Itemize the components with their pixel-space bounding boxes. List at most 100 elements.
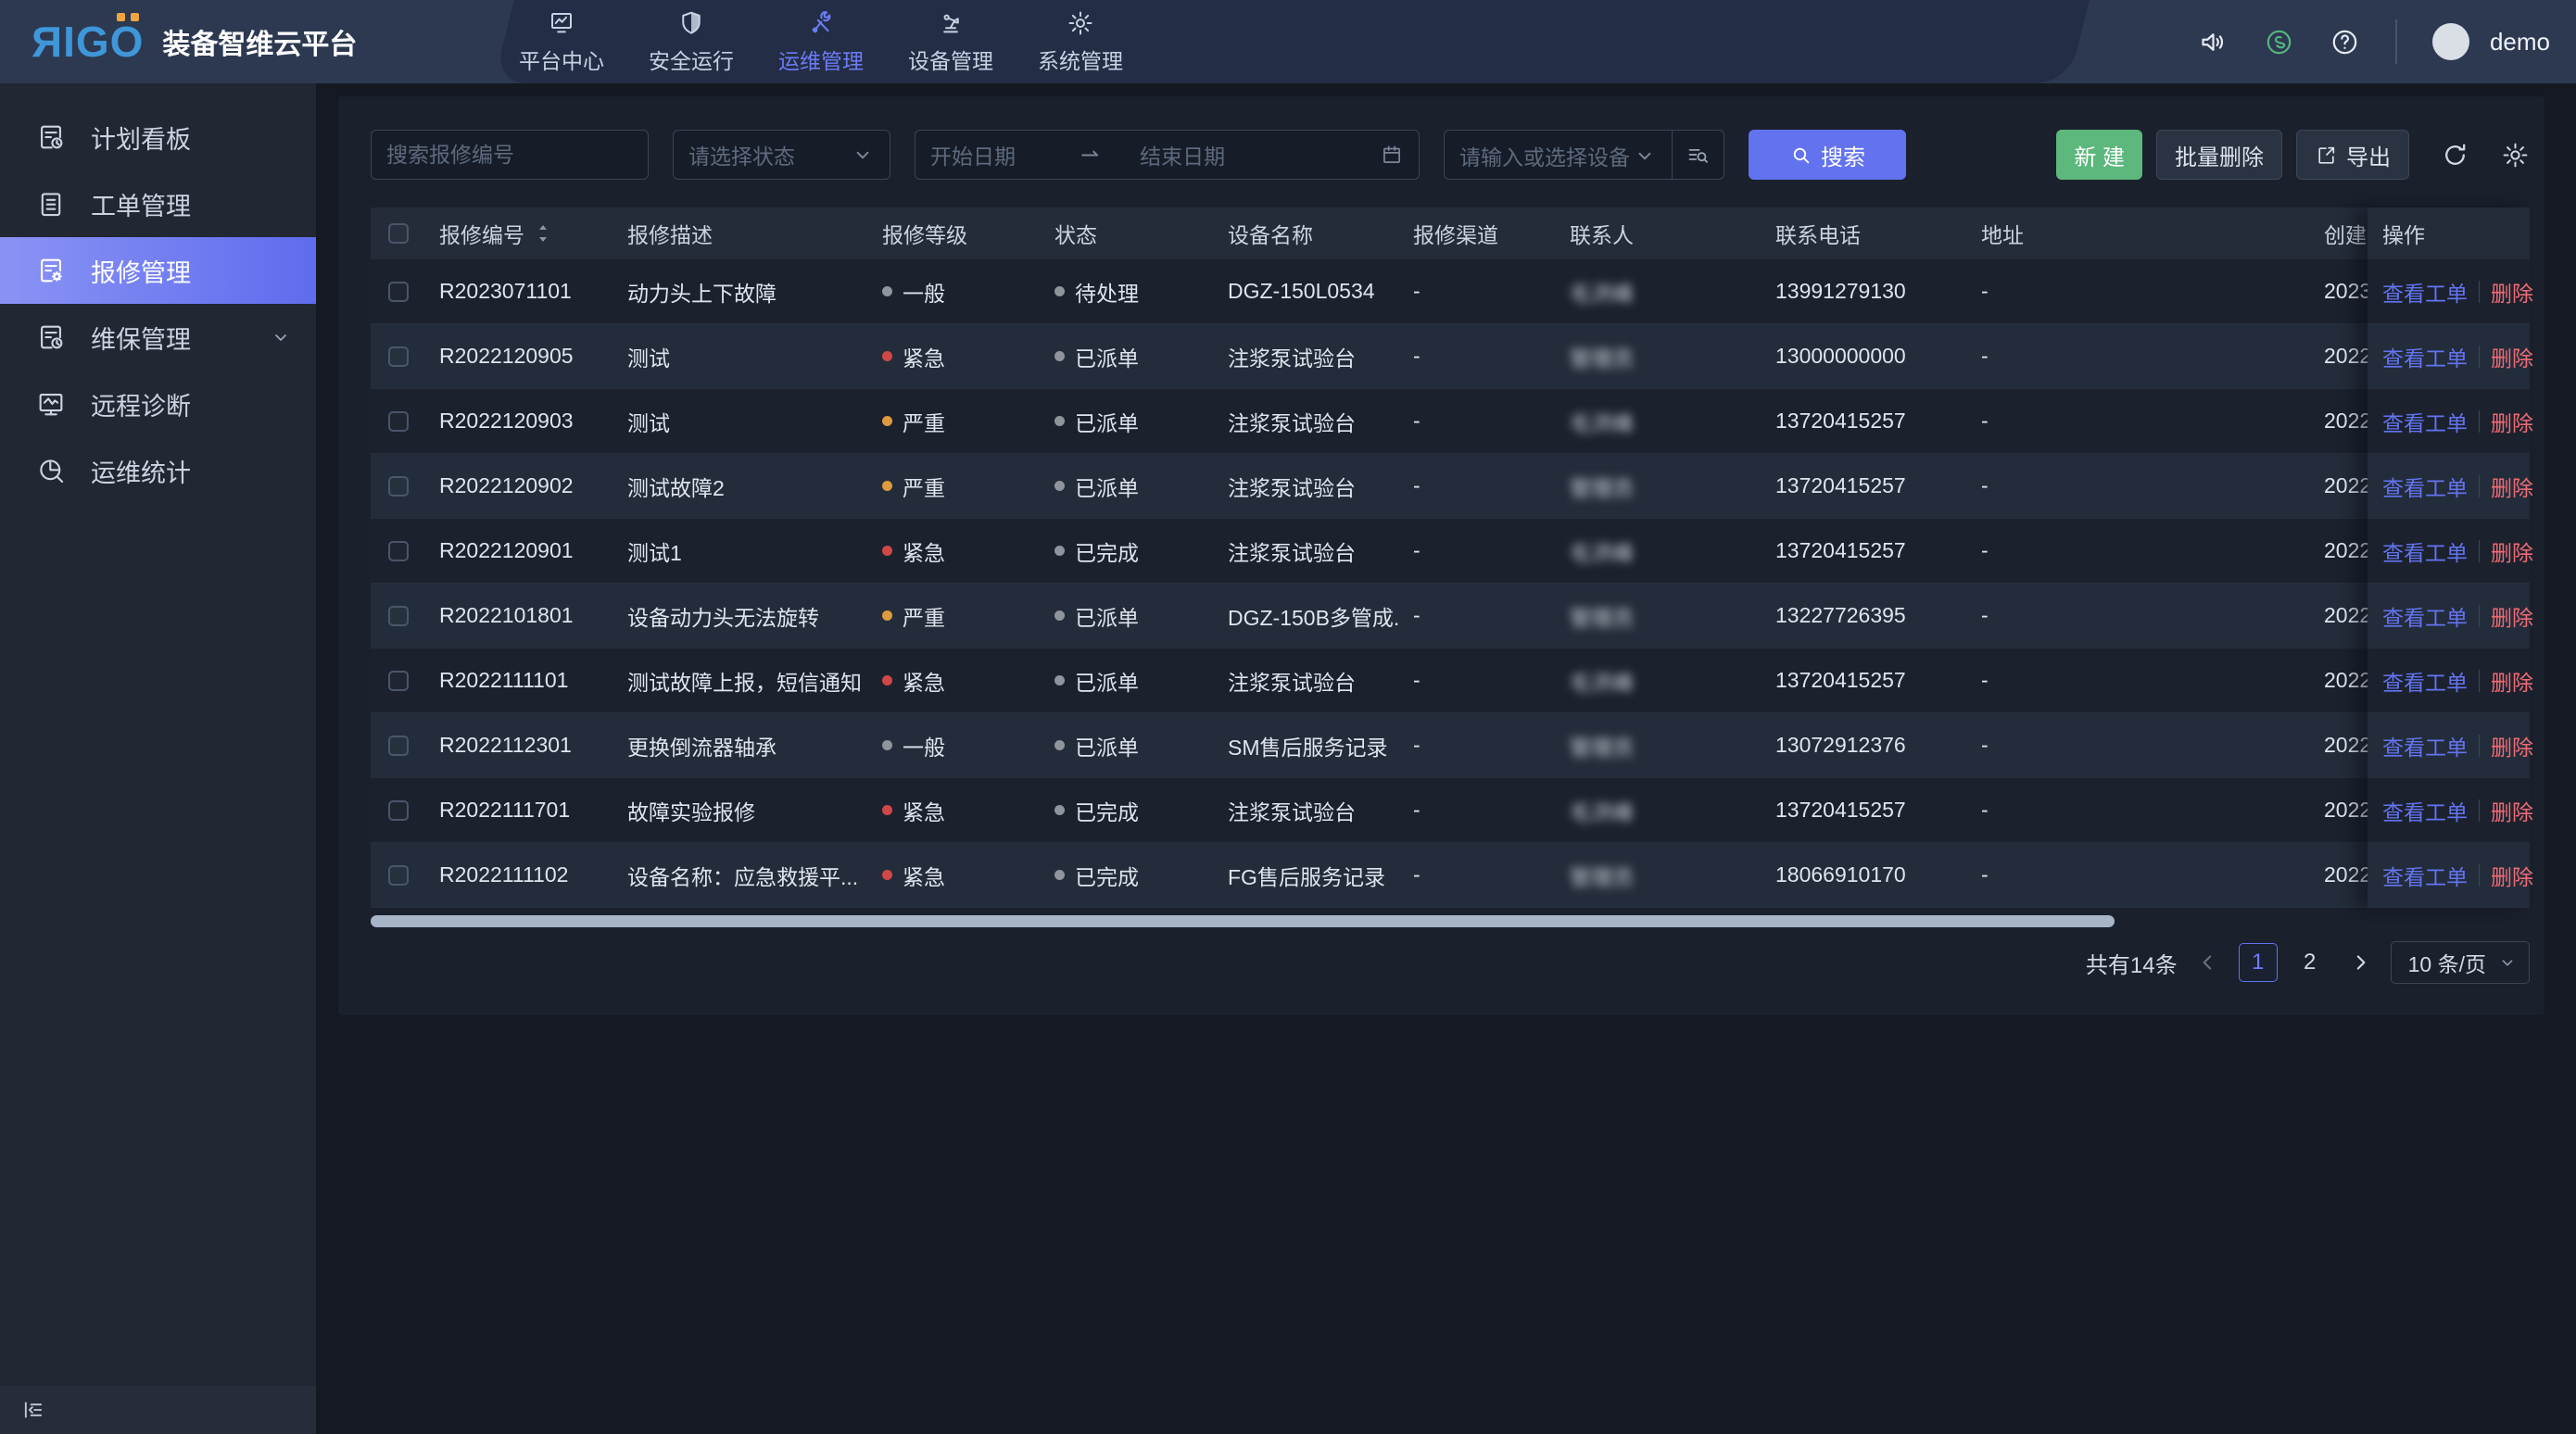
nav-item-系统管理[interactable]: 系统管理 [1038, 9, 1123, 75]
status-link-icon[interactable] [2264, 27, 2294, 57]
cell-address: - [1968, 259, 2311, 323]
create-button[interactable]: 新 建 [2056, 130, 2142, 180]
top-nav: 平台中心 安全运行 运维管理设备管理 系统管理 [519, 0, 1123, 83]
row-checkbox[interactable] [388, 411, 409, 432]
row-checkbox[interactable] [388, 865, 409, 886]
help-icon[interactable] [2330, 27, 2360, 57]
action-divider [2479, 799, 2480, 822]
cell-device-name: 注浆泵试验台 [1215, 519, 1400, 583]
cell-channel: - [1400, 584, 1557, 648]
delete-link[interactable]: 删除 [2491, 600, 2533, 632]
view-order-link[interactable]: 查看工单 [2382, 341, 2468, 372]
row-checkbox[interactable] [388, 282, 409, 302]
cell-phone: 13072912376 [1762, 713, 1968, 777]
view-order-link[interactable]: 查看工单 [2382, 600, 2468, 632]
horizontal-scrollbar[interactable] [371, 915, 2115, 927]
user-avatar[interactable] [2432, 23, 2469, 60]
device-picker-button[interactable] [1672, 131, 1724, 179]
nav-item-平台中心[interactable]: 平台中心 [519, 9, 604, 75]
table-body: R2023071101动力头上下故障一般待处理DGZ-150L0534-毛洪峰1… [371, 259, 2530, 908]
view-order-link[interactable]: 查看工单 [2382, 471, 2468, 502]
select-all-checkbox[interactable] [388, 223, 409, 244]
column-header-label: 报修等级 [882, 218, 967, 249]
action-divider [2479, 540, 2480, 562]
view-order-link[interactable]: 查看工单 [2382, 730, 2468, 761]
collapse-sidebar-icon[interactable] [20, 1397, 46, 1423]
view-order-link[interactable]: 查看工单 [2382, 535, 2468, 567]
search-button[interactable]: 搜索 [1749, 130, 1906, 180]
delete-link[interactable]: 删除 [2491, 535, 2533, 567]
row-checkbox[interactable] [388, 476, 409, 497]
status-select[interactable]: 请选择状态 [673, 130, 890, 180]
view-order-link[interactable]: 查看工单 [2382, 665, 2468, 697]
cell-status: 待处理 [1042, 259, 1215, 323]
delete-link[interactable]: 删除 [2491, 665, 2533, 697]
row-checkbox[interactable] [388, 800, 409, 821]
row-checkbox[interactable] [388, 736, 409, 756]
device-select[interactable]: 请输入或选择设备 [1445, 131, 1672, 180]
batch-delete-button[interactable]: 批量删除 [2156, 130, 2282, 180]
status-dot [1054, 675, 1065, 686]
sidebar-item-远程诊断[interactable]: 远程诊断 [0, 371, 316, 437]
row-checkbox[interactable] [388, 346, 409, 367]
level-label: 一般 [903, 730, 945, 761]
sidebar-item-工单管理[interactable]: 工单管理 [0, 170, 316, 237]
delete-link[interactable]: 删除 [2491, 795, 2533, 826]
nav-item-安全运行[interactable]: 安全运行 [649, 9, 734, 75]
table-row: R2022111102设备名称：应急救援平...紧急已完成FG售后服务记录-管理… [371, 843, 2530, 908]
cell-channel: - [1400, 324, 1557, 388]
top-header: ЯIGO 装备智维云平台 平台中心安全运行运维管理设备管理系统管理 demo [0, 0, 2576, 83]
delete-link[interactable]: 删除 [2491, 341, 2533, 372]
settings-icon[interactable] [2501, 141, 2530, 170]
cell-device-name: 注浆泵试验台 [1215, 389, 1400, 453]
sort-carets-icon[interactable] [534, 222, 552, 245]
page-button-2[interactable]: 2 [2291, 943, 2330, 982]
sidebar-item-计划看板[interactable]: 计划看板 [0, 104, 316, 170]
view-order-link[interactable]: 查看工单 [2382, 795, 2468, 826]
row-checkbox[interactable] [388, 606, 409, 626]
tools-icon [807, 9, 835, 37]
cell-status: 已完成 [1042, 519, 1215, 583]
delete-link[interactable]: 删除 [2491, 860, 2533, 891]
row-checkbox[interactable] [388, 541, 409, 561]
status-select-placeholder: 请选择状态 [688, 139, 795, 170]
order-search-input[interactable] [386, 143, 633, 168]
nav-item-label: 平台中心 [519, 44, 604, 75]
delete-link[interactable]: 删除 [2491, 276, 2533, 308]
sidebar-item-运维统计[interactable]: 运维统计 [0, 437, 316, 504]
sound-icon[interactable] [2198, 27, 2229, 57]
view-order-link[interactable]: 查看工单 [2382, 860, 2468, 891]
action-divider [2479, 605, 2480, 627]
view-order-link[interactable]: 查看工单 [2382, 406, 2468, 437]
nav-item-label: 设备管理 [908, 44, 993, 75]
shield-icon [677, 9, 705, 37]
page-size-value: 10 条/页 [2408, 947, 2486, 978]
nav-item-运维管理[interactable]: 运维管理 [778, 9, 864, 75]
order-search-field[interactable] [371, 130, 649, 180]
delete-link[interactable]: 删除 [2491, 471, 2533, 502]
export-button[interactable]: 导出 [2296, 130, 2409, 180]
prev-page-button[interactable] [2196, 950, 2220, 975]
date-range-picker[interactable]: 开始日期 ⇀ 结束日期 [915, 130, 1420, 180]
view-order-link[interactable]: 查看工单 [2382, 276, 2468, 308]
nav-item-设备管理[interactable]: 设备管理 [908, 9, 993, 75]
cell-description: 动力头上下故障 [614, 259, 869, 323]
row-checkbox[interactable] [388, 671, 409, 691]
column-header-phone: 联系电话 [1762, 208, 1968, 259]
cell-channel: - [1400, 519, 1557, 583]
delete-link[interactable]: 删除 [2491, 730, 2533, 761]
page-button-1[interactable]: 1 [2239, 943, 2278, 982]
cell-channel: - [1400, 389, 1557, 453]
sidebar-item-报修管理[interactable]: 报修管理 [0, 237, 316, 304]
nav-item-label: 安全运行 [649, 44, 734, 75]
sidebar-item-维保管理[interactable]: 维保管理 [0, 304, 316, 371]
header-divider [2395, 19, 2397, 64]
user-name[interactable]: demo [2490, 28, 2550, 57]
next-page-button[interactable] [2348, 950, 2372, 975]
status-label: 已派单 [1075, 730, 1139, 761]
page-size-select[interactable]: 10 条/页 [2391, 941, 2530, 984]
refresh-icon[interactable] [2441, 141, 2469, 170]
delete-link[interactable]: 删除 [2491, 406, 2533, 437]
table-row: R2022111701故障实验报修紧急已完成注浆泵试验台-毛洪峰13720415… [371, 778, 2530, 843]
start-date-placeholder: 开始日期 [930, 139, 1016, 170]
